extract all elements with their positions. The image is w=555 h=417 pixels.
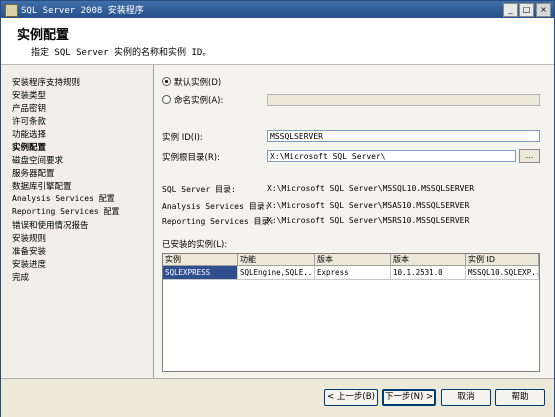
instance-id-input[interactable]: MSSQLSERVER [267, 130, 540, 142]
sidebar-item-license-terms[interactable]: 许可条款 [12, 115, 46, 127]
setup-window: SQL Server 2008 安装程序 _ □ × 实例配置 指定 SQL S… [0, 0, 555, 417]
named-instance-input[interactable] [267, 94, 540, 106]
default-instance-radio[interactable] [162, 77, 171, 86]
sidebar-item-error-reporting[interactable]: 错误和使用情况报告 [12, 219, 89, 231]
maximize-button[interactable]: □ [519, 3, 534, 17]
sidebar-item-ready-to-install[interactable]: 准备安装 [12, 245, 46, 257]
page-header: 实例配置 指定 SQL Server 实例的名称和实例 ID。 [1, 18, 554, 65]
page-description: 指定 SQL Server 实例的名称和实例 ID。 [31, 48, 212, 58]
sql-dir-label: SQL Server 目录: [162, 185, 236, 194]
named-instance-label: 命名实例(A): [174, 96, 224, 106]
sidebar-item-reporting-services[interactable]: Reporting Services 配置 [12, 206, 120, 217]
col-header-instance[interactable]: 实例 [163, 254, 238, 266]
rs-dir-label: Reporting Services 目录: [162, 217, 275, 226]
sidebar-item-disk-space[interactable]: 磁盘空间要求 [12, 154, 63, 166]
table-cell-version[interactable]: 10.1.2531.0 [391, 266, 466, 280]
rs-dir-value: X:\Microsoft SQL Server\MSRS10.MSSQLSERV… [267, 216, 470, 225]
button-bar: < 上一步(B) 下一步(N) > 取消 帮助 [1, 378, 554, 417]
browse-button[interactable]: ... [519, 149, 540, 163]
installed-instances-table[interactable]: 实例 功能 版本 版本 实例 ID SQLEXPRESS SQLEngine,S… [162, 253, 540, 372]
named-instance-radio[interactable] [162, 95, 171, 104]
close-button[interactable]: × [536, 3, 551, 17]
instance-root-label: 实例根目录(R): [162, 153, 220, 163]
sidebar-item-install-progress[interactable]: 安装进度 [12, 258, 46, 270]
table-cell-edition[interactable]: Express [315, 266, 391, 280]
col-header-version[interactable]: 版本 [391, 254, 466, 266]
main-panel: 默认实例(D) 命名实例(A): 实例 ID(I): MSSQLSERVER 实… [154, 65, 554, 378]
minimize-button[interactable]: _ [503, 3, 518, 17]
instance-root-input[interactable]: X:\Microsoft SQL Server\ [267, 150, 516, 162]
sql-dir-value: X:\Microsoft SQL Server\MSSQL10.MSSQLSER… [267, 184, 475, 193]
title-bar: SQL Server 2008 安装程序 _ □ × [1, 1, 554, 18]
as-dir-value: X:\Microsoft SQL Server\MSAS10.MSSQLSERV… [267, 201, 470, 210]
sidebar-item-instance-config[interactable]: 实例配置 [12, 141, 46, 153]
sidebar-item-db-engine-config[interactable]: 数据库引擎配置 [12, 180, 72, 192]
instance-id-label: 实例 ID(I): [162, 133, 203, 143]
table-cell-features[interactable]: SQLEngine,SQLE... [238, 266, 315, 280]
table-cell-instance[interactable]: SQLEXPRESS [163, 266, 238, 280]
sidebar-item-server-config[interactable]: 服务器配置 [12, 167, 55, 179]
sidebar-item-feature-selection[interactable]: 功能选择 [12, 128, 46, 140]
app-icon [5, 4, 18, 17]
default-instance-label: 默认实例(D) [174, 78, 222, 88]
table-cell-instance-id[interactable]: MSSQL10.SQLEXP... [466, 266, 539, 280]
sidebar-item-complete[interactable]: 完成 [12, 271, 29, 283]
window-title: SQL Server 2008 安装程序 [21, 6, 144, 16]
sidebar-item-product-key[interactable]: 产品密钥 [12, 102, 46, 114]
sidebar-item-analysis-services[interactable]: Analysis Services 配置 [12, 193, 115, 204]
back-button[interactable]: < 上一步(B) [324, 389, 378, 406]
col-header-edition[interactable]: 版本 [315, 254, 391, 266]
page-title: 实例配置 [17, 28, 70, 43]
next-button[interactable]: 下一步(N) > [382, 389, 436, 406]
sidebar-item-install-type[interactable]: 安装类型 [12, 89, 46, 101]
col-header-instance-id[interactable]: 实例 ID [466, 254, 539, 266]
sidebar-item-install-rules[interactable]: 安装规则 [12, 232, 46, 244]
steps-sidebar: 安装程序支持规则 安装类型 产品密钥 许可条款 功能选择 实例配置 磁盘空间要求… [1, 65, 154, 378]
installed-instances-label: 已安装的实例(L): [162, 240, 228, 250]
help-button[interactable]: 帮助 [495, 389, 545, 406]
as-dir-label: Analysis Services 目录: [162, 202, 270, 211]
col-header-features[interactable]: 功能 [238, 254, 315, 266]
sidebar-item-support-rules[interactable]: 安装程序支持规则 [12, 76, 80, 88]
cancel-button[interactable]: 取消 [441, 389, 491, 406]
